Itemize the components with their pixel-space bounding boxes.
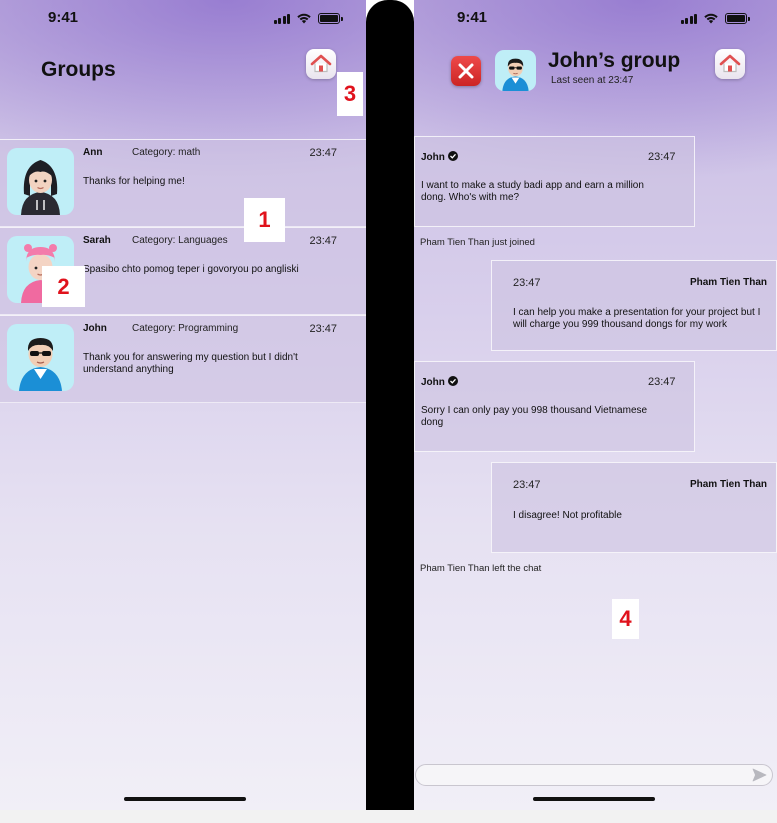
status-time: 9:41 <box>457 9 488 26</box>
message-bubble-outgoing: 23:47 Pham Tien Than I can help you make… <box>491 260 777 351</box>
group-item-john[interactable]: John Category: Programming 23:47 Thank y… <box>0 315 366 403</box>
home-indicator <box>533 797 655 801</box>
group-sender-name: Sarah <box>83 235 111 246</box>
wifi-icon <box>704 13 718 24</box>
home-icon <box>719 54 741 73</box>
group-sender-name: John <box>83 323 107 334</box>
home-button[interactable] <box>306 49 336 79</box>
message-text: I disagree! Not profitable <box>513 510 622 521</box>
annotation-marker-2: 2 <box>42 266 85 307</box>
annotation-marker-1: 1 <box>244 198 285 242</box>
groups-screen: 9:41 Groups 3 Ann Category: math 23:47 T… <box>0 0 366 810</box>
verified-icon <box>447 151 458 161</box>
home-indicator <box>124 797 246 801</box>
message-time: 23:47 <box>648 376 676 388</box>
wifi-icon <box>297 13 311 24</box>
message-bubble-incoming: John 23:47 I want to make a study badi a… <box>414 136 695 227</box>
send-icon[interactable] <box>752 768 767 782</box>
message-sender: Pham Tien Than <box>689 479 767 490</box>
chat-screen: 9:41 John’s group Last seen at 23:47 Joh… <box>414 0 777 810</box>
message-time: 23:47 <box>513 277 541 289</box>
status-bar: 9:41 <box>0 0 366 36</box>
group-category: Category: math <box>132 147 201 158</box>
group-item-ann[interactable]: Ann Category: math 23:47 Thanks for help… <box>0 139 366 227</box>
chat-last-seen: Last seen at 23:47 <box>551 75 634 86</box>
signal-icon <box>680 13 697 24</box>
status-icons <box>680 12 750 24</box>
system-message: Pham Tien Than just joined <box>420 237 535 248</box>
system-message: Pham Tien Than left the chat <box>420 563 542 574</box>
annotation-marker-3: 3 <box>337 72 363 116</box>
bottom-strip <box>0 810 777 823</box>
sunglasses-avatar-icon <box>502 58 529 91</box>
battery-icon <box>318 12 343 24</box>
close-icon <box>458 63 474 79</box>
girl-avatar-icon <box>21 160 60 215</box>
group-avatar <box>495 50 536 91</box>
group-category: Category: Programming <box>132 323 239 334</box>
avatar <box>7 148 74 215</box>
group-sender-name: Ann <box>83 147 103 158</box>
message-text: Sorry I can only pay you 998 thousand Vi… <box>421 405 648 428</box>
message-bubble-incoming: John 23:47 Sorry I can only pay you 998 … <box>414 361 695 452</box>
group-last-message: Thanks for helping me! <box>83 176 185 187</box>
close-button[interactable] <box>451 56 481 86</box>
screen-divider <box>366 0 414 823</box>
message-text: I want to make a study badi app and earn… <box>421 180 644 203</box>
message-bubble-outgoing: 23:47 Pham Tien Than I disagree! Not pro… <box>491 462 777 553</box>
home-icon <box>310 54 332 73</box>
signal-icon <box>273 13 290 24</box>
group-last-message: Spasibo chto pomog teper i govoryou po a… <box>83 264 299 275</box>
message-sender: John <box>421 151 458 163</box>
status-icons <box>273 12 343 24</box>
message-time: 23:47 <box>513 479 541 491</box>
group-time: 23:47 <box>309 235 337 247</box>
chat-title: John’s group <box>548 49 681 72</box>
group-last-message: Thank you for answering my question but … <box>83 352 298 375</box>
home-button[interactable] <box>715 49 745 79</box>
verified-icon <box>447 376 458 386</box>
page-title: Groups <box>41 58 116 81</box>
message-text: I can help you make a presentation for y… <box>513 307 761 330</box>
annotation-marker-4: 4 <box>612 599 639 639</box>
group-time: 23:47 <box>309 323 337 335</box>
message-input-bar[interactable] <box>415 764 773 786</box>
battery-icon <box>725 12 750 24</box>
message-sender: Pham Tien Than <box>689 277 767 288</box>
avatar <box>7 324 74 391</box>
status-time: 9:41 <box>48 9 79 26</box>
group-time: 23:47 <box>309 147 337 159</box>
status-bar: 9:41 <box>414 0 777 36</box>
sunglasses-avatar-icon <box>19 338 62 391</box>
group-category: Category: Languages <box>132 235 228 246</box>
message-time: 23:47 <box>648 151 676 163</box>
message-input[interactable] <box>426 767 740 785</box>
message-sender: John <box>421 376 458 388</box>
